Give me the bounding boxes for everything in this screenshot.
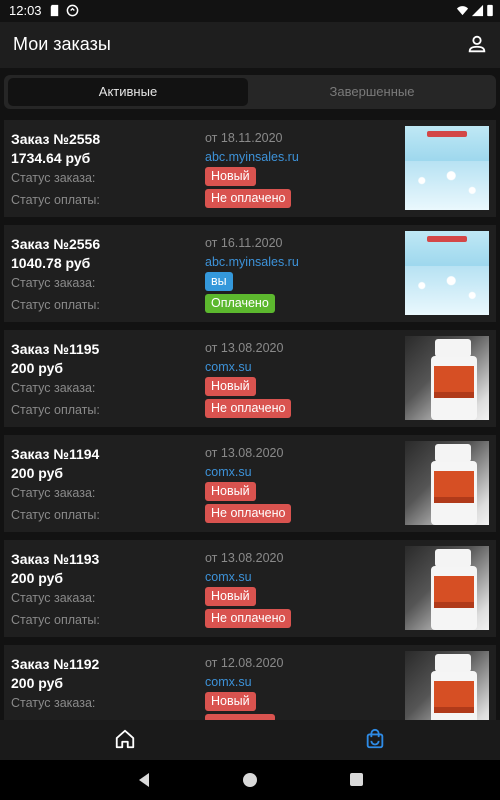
payment-status-badge: Не оплачено (205, 189, 292, 208)
order-date: от 12.08.2020 (205, 656, 284, 670)
payment-status-label: Статус оплаты: (11, 403, 100, 417)
order-sum: 1734.64 руб (11, 150, 91, 166)
system-navigation (0, 760, 500, 800)
order-card[interactable]: Заказ №1193 200 руб Статус заказа: Стату… (4, 540, 496, 637)
order-site-link[interactable]: comx.su (205, 570, 252, 584)
payment-status-label: Статус оплаты: (11, 508, 100, 522)
order-status-badge: Новый (205, 482, 256, 501)
order-status-badge: Новый (205, 692, 256, 711)
order-status-label: Статус заказа: (11, 171, 96, 185)
tab-completed[interactable]: Завершенные (252, 78, 492, 106)
recent-apps-icon[interactable] (350, 773, 363, 786)
order-site-link[interactable]: comx.su (205, 675, 252, 689)
home-circle-icon[interactable] (243, 773, 257, 787)
order-sum: 200 руб (11, 570, 64, 586)
sync-icon (66, 4, 79, 17)
order-site-link[interactable]: abc.myinsales.ru (205, 150, 299, 164)
order-title: Заказ №1195 (11, 341, 100, 357)
order-site-link[interactable]: comx.su (205, 360, 252, 374)
shopping-bag-icon[interactable] (364, 728, 386, 750)
order-sum: 200 руб (11, 360, 64, 376)
order-status-label: Статус заказа: (11, 591, 96, 605)
order-card[interactable]: Заказ №2556 1040.78 руб Статус заказа: С… (4, 225, 496, 322)
payment-status-label: Статус оплаты: (11, 193, 100, 207)
tab-active[interactable]: Активные (8, 78, 248, 106)
order-thumbnail (405, 651, 489, 720)
order-status-label: Статус заказа: (11, 381, 96, 395)
payment-status-badge: Не оплачено (205, 504, 292, 523)
order-date: от 13.08.2020 (205, 446, 284, 460)
order-title: Заказ №1193 (11, 551, 100, 567)
payment-status-badge: Не оплачено (205, 399, 292, 418)
status-bar: 12:03 (0, 0, 500, 22)
battery-icon (487, 4, 493, 17)
payment-status-label: Статус оплаты: (11, 298, 100, 312)
order-thumbnail (405, 546, 489, 630)
sd-card-icon (50, 4, 59, 17)
order-thumbnail (405, 336, 489, 420)
order-card[interactable]: Заказ №2558 1734.64 руб Статус заказа: С… (4, 120, 496, 217)
order-status-badge: Новый (205, 377, 256, 396)
order-title: Заказ №2556 (11, 236, 101, 252)
payment-status-badge: Не оплачено (205, 609, 292, 628)
order-status-badge: Новый (205, 587, 256, 606)
order-date: от 16.11.2020 (205, 236, 283, 250)
order-site-link[interactable]: comx.su (205, 465, 252, 479)
order-card[interactable]: Заказ №1192 200 руб Статус заказа: от 12… (4, 645, 496, 720)
order-title: Заказ №2558 (11, 131, 101, 147)
segmented-tabs: Активные Завершенные (4, 75, 496, 109)
page-title: Мои заказы (13, 34, 111, 54)
tabs-container: Активные Завершенные (0, 68, 500, 116)
order-thumbnail (405, 441, 489, 525)
order-title: Заказ №1192 (11, 656, 100, 672)
back-icon[interactable] (136, 772, 152, 788)
order-date: от 13.08.2020 (205, 341, 284, 355)
order-sum: 200 руб (11, 465, 64, 481)
app-bar: Мои заказы (0, 22, 500, 68)
person-icon[interactable] (466, 33, 488, 55)
order-sum: 1040.78 руб (11, 255, 91, 271)
wifi-icon (456, 6, 469, 16)
order-status-label: Статус заказа: (11, 696, 96, 710)
home-icon[interactable] (114, 728, 136, 750)
order-status-label: Статус заказа: (11, 486, 96, 500)
payment-status-label: Статус оплаты: (11, 613, 100, 627)
order-status-badge: Новый (205, 167, 256, 186)
order-date: от 18.11.2020 (205, 131, 283, 145)
order-title: Заказ №1194 (11, 446, 100, 462)
order-status-label: Статус заказа: (11, 276, 96, 290)
order-card[interactable]: Заказ №1195 200 руб Статус заказа: Стату… (4, 330, 496, 427)
bottom-navigation (0, 720, 500, 760)
order-date: от 13.08.2020 (205, 551, 284, 565)
orders-list: Заказ №2558 1734.64 руб Статус заказа: С… (0, 120, 500, 720)
order-thumbnail (405, 231, 489, 315)
signal-icon (471, 4, 484, 17)
order-thumbnail (405, 126, 489, 210)
order-status-badge: вы (205, 272, 233, 291)
payment-status-badge: Оплачено (205, 294, 275, 313)
status-time: 12:03 (9, 3, 42, 18)
order-sum: 200 руб (11, 675, 64, 691)
order-card[interactable]: Заказ №1194 200 руб Статус заказа: Стату… (4, 435, 496, 532)
order-site-link[interactable]: abc.myinsales.ru (205, 255, 299, 269)
